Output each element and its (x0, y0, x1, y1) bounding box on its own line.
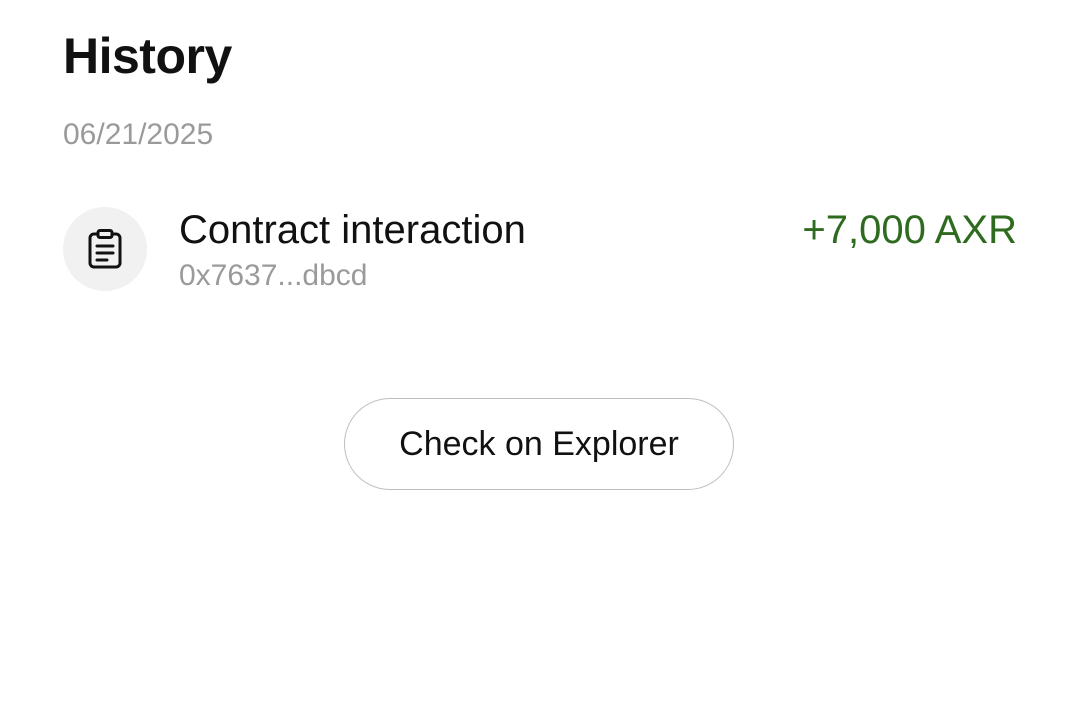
check-on-explorer-button[interactable]: Check on Explorer (344, 398, 734, 490)
transaction-address: 0x7637...dbcd (179, 259, 368, 292)
transaction-icon-badge (63, 207, 147, 291)
clipboard-icon (88, 229, 122, 269)
transaction-title: Contract interaction (179, 208, 526, 252)
date-group-label: 06/21/2025 (63, 118, 214, 151)
transaction-row[interactable]: Contract interaction 0x7637...dbcd +7,00… (63, 204, 1017, 294)
page-title: History (63, 28, 232, 84)
transaction-amount: +7,000 AXR (802, 208, 1017, 252)
